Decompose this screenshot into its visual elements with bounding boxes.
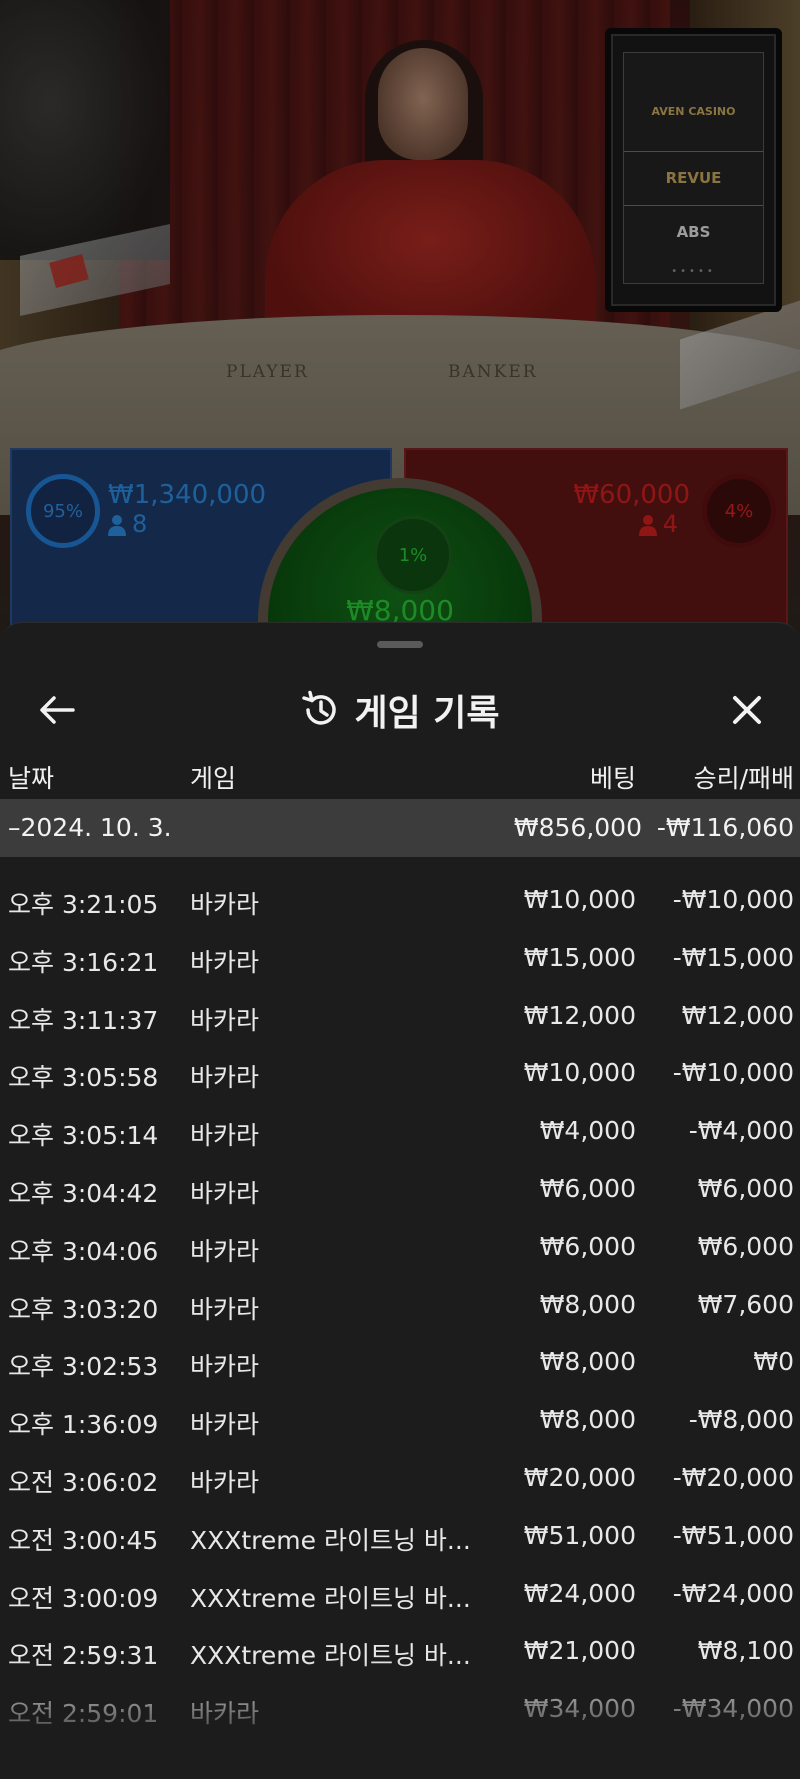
history-row[interactable]: 오후 3:05:58 바카라 ₩10,000 -₩10,000 xyxy=(0,1032,800,1092)
row-game: XXXtreme 라이트닝 바... xyxy=(190,1583,471,1613)
history-row[interactable]: 오후 3:21:05 바카라 ₩10,000 -₩10,000 xyxy=(0,859,800,919)
row-game: 바카라 xyxy=(190,1121,260,1151)
row-result: -₩10,000 xyxy=(672,885,794,914)
row-time: 오후 3:11:37 xyxy=(8,1005,159,1035)
row-time: 오후 3:02:53 xyxy=(8,1352,159,1382)
row-game: 바카라 xyxy=(190,1699,260,1729)
row-bet: ₩24,000 xyxy=(523,1578,636,1608)
history-row[interactable]: 오후 3:02:53 바카라 ₩8,000 ₩0 xyxy=(0,1321,800,1381)
column-header-result: 승리/패배 xyxy=(693,764,794,793)
row-bet: ₩8,000 xyxy=(539,1347,636,1377)
row-game: XXXtreme 라이트닝 바... xyxy=(190,1525,471,1555)
row-bet: ₩21,000 xyxy=(523,1636,636,1666)
row-result: -₩8,000 xyxy=(688,1405,794,1435)
row-game: 바카라 xyxy=(190,1005,260,1035)
table-header: 날짜 게임 베팅 승리/패배 xyxy=(0,753,800,797)
row-time: 오전 2:59:01 xyxy=(8,1699,159,1729)
history-row[interactable]: 오후 3:04:06 바카라 ₩6,000 ₩6,000 xyxy=(0,1206,800,1266)
row-game: 바카라 xyxy=(190,947,260,977)
row-time: 오전 3:06:02 xyxy=(8,1467,159,1497)
row-game: XXXtreme 라이트닝 바... xyxy=(190,1641,471,1671)
row-game: 바카라 xyxy=(190,1410,260,1440)
summary-bet-total: ₩856,000 xyxy=(513,813,642,842)
row-game: 바카라 xyxy=(190,1178,260,1208)
row-result: -₩24,000 xyxy=(672,1578,794,1608)
column-header-game: 게임 xyxy=(190,764,237,793)
row-game: 바카라 xyxy=(190,1467,260,1497)
row-time: 오전 3:00:09 xyxy=(8,1583,159,1613)
row-result: -₩4,000 xyxy=(688,1116,794,1146)
history-row[interactable]: 오전 3:06:02 바카라 ₩20,000 -₩20,000 xyxy=(0,1437,800,1497)
row-bet: ₩51,000 xyxy=(523,1520,636,1550)
row-result: -₩10,000 xyxy=(672,1058,794,1088)
live-video-feed: PLAYER BANKER AVEN CASINO REVUE ABS ••••… xyxy=(0,0,800,660)
row-bet: ₩8,000 xyxy=(539,1405,636,1435)
row-time: 오후 3:05:58 xyxy=(8,1063,159,1093)
row-game: 바카라 xyxy=(190,1352,260,1382)
history-row[interactable]: 오후 1:36:09 바카라 ₩8,000 -₩8,000 xyxy=(0,1379,800,1439)
row-time: 오후 3:03:20 xyxy=(8,1294,159,1324)
summary-result-total: -₩116,060 xyxy=(656,813,794,842)
row-bet: ₩10,000 xyxy=(523,1058,636,1088)
date-group-summary[interactable]: –2024. 10. 3. ₩856,000 -₩116,060 xyxy=(0,799,800,857)
row-result: -₩20,000 xyxy=(672,1462,794,1492)
history-row[interactable]: 오후 3:05:14 바카라 ₩4,000 -₩4,000 xyxy=(0,1090,800,1150)
row-bet: ₩6,000 xyxy=(539,1231,636,1261)
row-time: 오후 3:04:06 xyxy=(8,1236,159,1266)
video-dim-overlay xyxy=(0,0,800,660)
column-header-bet: 베팅 xyxy=(589,764,636,793)
row-game: 바카라 xyxy=(190,1063,260,1093)
row-bet: ₩15,000 xyxy=(523,942,636,972)
history-row[interactable]: 오전 2:59:01 바카라 ₩34,000 -₩34,000 xyxy=(0,1668,800,1728)
row-result: ₩6,000 xyxy=(697,1173,794,1203)
row-time: 오전 2:59:31 xyxy=(8,1641,159,1671)
row-time: 오후 3:21:05 xyxy=(8,890,159,919)
row-bet: ₩8,000 xyxy=(539,1289,636,1319)
row-result: ₩0 xyxy=(753,1347,794,1377)
close-icon xyxy=(733,696,761,724)
history-row[interactable]: 오전 3:00:45 XXXtreme 라이트닝 바... ₩51,000 -₩51,… xyxy=(0,1495,800,1555)
row-bet: ₩6,000 xyxy=(539,1173,636,1203)
history-row[interactable]: 오후 3:03:20 바카라 ₩8,000 ₩7,600 xyxy=(0,1264,800,1324)
history-clock-icon xyxy=(302,690,337,725)
row-bet: ₩34,000 xyxy=(523,1694,636,1724)
history-row[interactable]: 오전 2:59:31 XXXtreme 라이트닝 바... ₩21,000 ₩8,10… xyxy=(0,1610,800,1670)
history-row[interactable]: 오후 3:04:42 바카라 ₩6,000 ₩6,000 xyxy=(0,1148,800,1208)
row-bet: ₩10,000 xyxy=(523,885,636,914)
row-bet: ₩12,000 xyxy=(523,1000,636,1030)
sheet-header: 게임 기록 xyxy=(0,661,800,761)
game-history-sheet: 게임 기록 날짜 게임 베팅 승리/패배 –2024. 10. 3. ₩856,… xyxy=(0,622,800,1779)
history-row[interactable]: 오전 3:00:09 XXXtreme 라이트닝 바... ₩24,000 -₩24,… xyxy=(0,1553,800,1613)
row-result: -₩15,000 xyxy=(672,942,794,972)
row-time: 오후 3:05:14 xyxy=(8,1121,159,1151)
sheet-drag-handle[interactable] xyxy=(377,641,423,648)
row-time: 오후 3:16:21 xyxy=(8,947,159,977)
row-bet: ₩4,000 xyxy=(539,1116,636,1146)
row-time: 오후 1:36:09 xyxy=(8,1410,159,1440)
sheet-title: 게임 기록 xyxy=(354,693,500,734)
row-result: -₩51,000 xyxy=(672,1520,794,1550)
row-time: 오전 3:00:45 xyxy=(8,1525,159,1555)
row-result: ₩6,000 xyxy=(697,1231,794,1261)
row-game: 바카라 xyxy=(190,1236,260,1266)
row-game: 바카라 xyxy=(190,1294,260,1324)
row-result: ₩7,600 xyxy=(697,1289,794,1319)
row-result: ₩8,100 xyxy=(697,1636,794,1666)
close-button[interactable] xyxy=(720,683,774,737)
summary-date: –2024. 10. 3. xyxy=(8,813,172,842)
column-header-date: 날짜 xyxy=(8,764,55,793)
row-game: 바카라 xyxy=(190,890,260,919)
history-row[interactable]: 오후 3:16:21 바카라 ₩15,000 -₩15,000 xyxy=(0,917,800,977)
row-bet: ₩20,000 xyxy=(523,1462,636,1492)
history-row[interactable]: 오후 3:11:37 바카라 ₩12,000 ₩12,000 xyxy=(0,975,800,1035)
history-list: 오후 3:21:05 바카라 ₩10,000 -₩10,000 오후 3:16:21 바카… xyxy=(0,859,800,1728)
row-result: -₩34,000 xyxy=(672,1694,794,1724)
row-time: 오후 3:04:42 xyxy=(8,1178,159,1208)
row-result: ₩12,000 xyxy=(681,1000,794,1030)
